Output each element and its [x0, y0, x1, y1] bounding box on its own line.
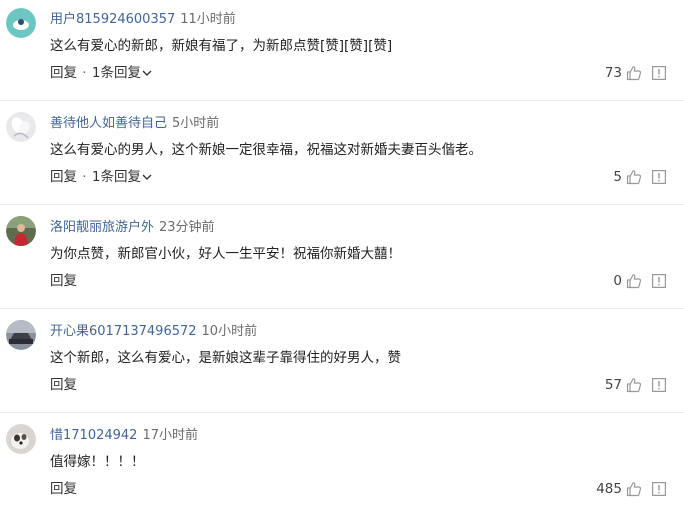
teal-circle-avatar-icon [6, 8, 36, 38]
replies-count-label: 1条回复 [91, 65, 141, 81]
comment-meta: 惜171024942 17小时前 [50, 428, 198, 444]
like-count: 73 [604, 65, 622, 81]
comment-actions: 回复 [50, 376, 77, 394]
chevron-down-icon [142, 174, 152, 180]
reply-button[interactable]: 回复 [50, 273, 77, 289]
comment-text: 这么有爱心的新郎，新娘有福了，为新郎点赞[赞][赞][赞] [50, 38, 393, 54]
comment-meta: 开心果6017137496572 10小时前 [50, 324, 257, 340]
report-button[interactable] [652, 274, 666, 288]
divider [0, 100, 684, 101]
replies-count-label: 1条回复 [91, 169, 141, 185]
comment-actions: 回复 · 1条回复 [50, 168, 152, 186]
comment-actions: 回复 [50, 272, 77, 290]
report-button[interactable] [652, 66, 666, 80]
thumbs-up-button[interactable] [626, 481, 642, 497]
avatar[interactable] [6, 112, 36, 142]
separator: · [82, 65, 87, 81]
thumbs-up-icon [626, 274, 642, 289]
report-icon [652, 66, 666, 80]
timestamp: 11小时前 [180, 12, 236, 27]
comment-item: 洛阳靓丽旅游户外 23分钟前 为你点赞，新郎官小伙，好人一生平安！祝福你新婚大囍！… [0, 208, 684, 308]
divider [0, 204, 684, 205]
report-icon [652, 170, 666, 184]
like-area: 0 [613, 271, 666, 291]
like-count: 0 [613, 273, 622, 289]
thumbs-up-button[interactable] [626, 169, 642, 185]
comment-item: 善待他人如善待自己 5小时前 这么有爱心的男人，这个新娘一定很幸福，祝福这对新婚夫… [0, 104, 684, 204]
reply-button[interactable]: 回复 [50, 169, 77, 185]
username[interactable]: 用户815924600357 [50, 12, 175, 27]
like-count: 5 [613, 169, 622, 185]
report-icon [652, 274, 666, 288]
comment-text: 这个新郎，这么有爱心，是新娘这辈子靠得住的好男人，赞 [50, 350, 401, 366]
username[interactable]: 洛阳靓丽旅游户外 [50, 220, 154, 235]
thumbs-up-button[interactable] [626, 377, 642, 393]
thumbs-up-button[interactable] [626, 273, 642, 289]
username[interactable]: 善待他人如善待自己 [50, 116, 167, 131]
report-icon [652, 482, 666, 496]
chevron-down-icon [142, 70, 152, 76]
comment-meta: 用户815924600357 11小时前 [50, 12, 236, 28]
view-replies-button[interactable]: 1条回复 [92, 65, 152, 81]
reply-button[interactable]: 回复 [50, 65, 77, 81]
comment-actions: 回复 · 1条回复 [50, 64, 152, 82]
username[interactable]: 惜171024942 [50, 428, 137, 443]
like-count: 485 [596, 481, 622, 497]
like-area: 73 [605, 63, 666, 83]
comment-text: 值得嫁！！！！ [50, 454, 145, 470]
divider [0, 308, 684, 309]
person-outdoor-avatar-icon [6, 216, 36, 246]
thumbs-up-button[interactable] [626, 65, 642, 81]
white-flower-avatar-icon [6, 112, 36, 142]
comment-meta: 善待他人如善待自己 5小时前 [50, 116, 219, 132]
timestamp: 5小时前 [172, 116, 220, 131]
comment-item: 惜171024942 17小时前 值得嫁！！！！ 回复 485 [0, 416, 684, 524]
avatar[interactable] [6, 216, 36, 246]
comment-list: 用户815924600357 11小时前 这么有爱心的新郎，新娘有福了，为新郎点赞… [0, 0, 684, 524]
like-area: 485 [596, 479, 666, 499]
comment-text: 这么有爱心的男人，这个新娘一定很幸福，祝福这对新婚夫妻百头偕老。 [50, 142, 482, 158]
car-photo-avatar-icon [6, 320, 36, 350]
username[interactable]: 开心果6017137496572 [50, 324, 197, 339]
report-button[interactable] [652, 170, 666, 184]
reply-button[interactable]: 回复 [50, 377, 77, 393]
thumbs-up-icon [626, 378, 642, 393]
pet-photo-avatar-icon [6, 424, 36, 454]
timestamp: 10小时前 [201, 324, 258, 339]
thumbs-up-icon [626, 482, 642, 497]
timestamp: 23分钟前 [159, 220, 215, 235]
comment-meta: 洛阳靓丽旅游户外 23分钟前 [50, 220, 215, 236]
avatar[interactable] [6, 424, 36, 454]
report-button[interactable] [652, 378, 666, 392]
timestamp: 17小时前 [142, 428, 198, 443]
like-area: 5 [613, 167, 666, 187]
view-replies-button[interactable]: 1条回复 [92, 169, 152, 185]
comment-item: 开心果6017137496572 10小时前 这个新郎，这么有爱心，是新娘这辈子靠… [0, 312, 684, 412]
report-button[interactable] [652, 482, 666, 496]
avatar[interactable] [6, 320, 36, 350]
thumbs-up-icon [626, 170, 642, 185]
comment-text: 为你点赞，新郎官小伙，好人一生平安！祝福你新婚大囍！ [50, 246, 401, 262]
comment-item: 用户815924600357 11小时前 这么有爱心的新郎，新娘有福了，为新郎点赞… [0, 0, 684, 100]
divider [0, 412, 684, 413]
comment-actions: 回复 [50, 480, 77, 498]
like-area: 57 [605, 375, 666, 395]
reply-button[interactable]: 回复 [50, 481, 77, 497]
thumbs-up-icon [626, 66, 642, 81]
report-icon [652, 378, 666, 392]
avatar[interactable] [6, 8, 36, 38]
like-count: 57 [604, 377, 622, 393]
separator: · [82, 169, 87, 185]
